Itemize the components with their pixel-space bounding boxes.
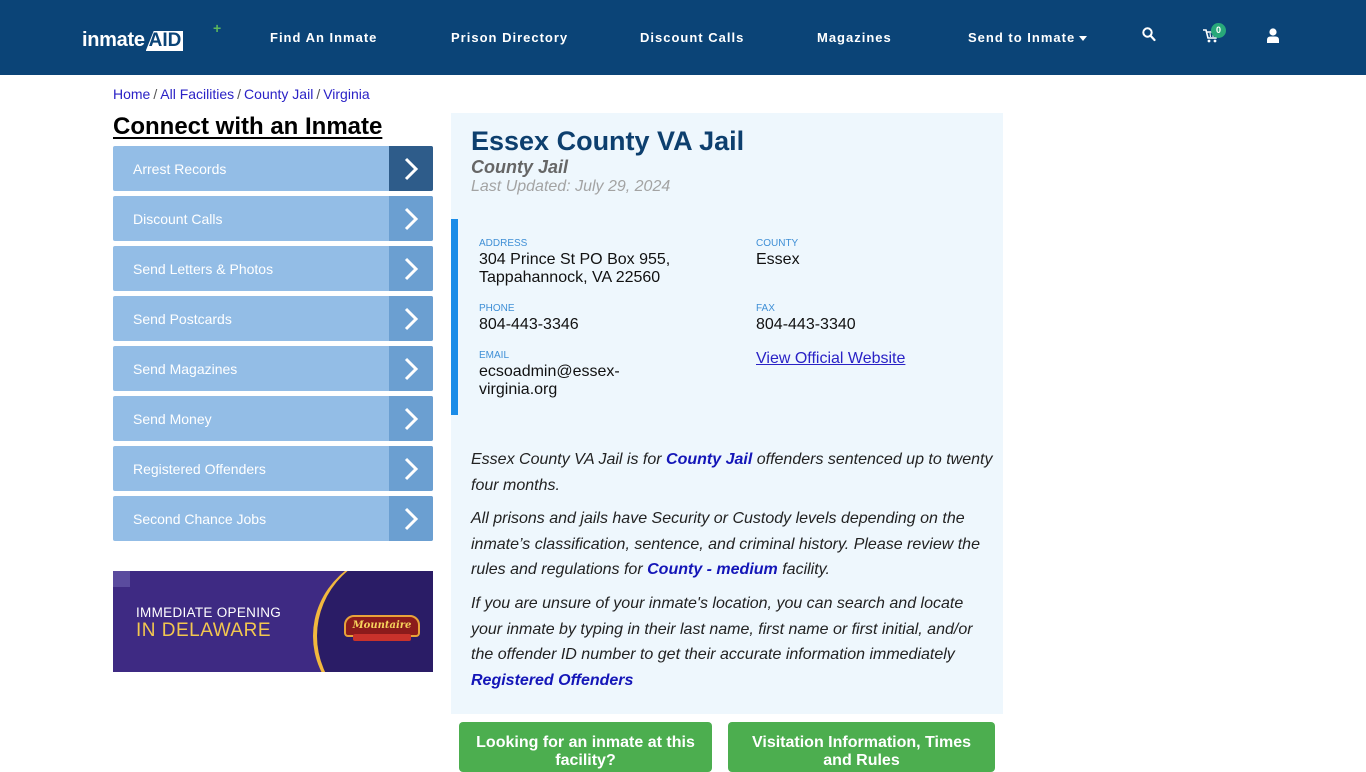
phone-value: 804-443-3346: [479, 316, 579, 333]
sidebar-item-arrest-records[interactable]: Arrest Records: [113, 146, 433, 191]
inmateaid-logo[interactable]: inmate AID +: [82, 20, 221, 51]
county-field: COUNTY Essex: [756, 238, 800, 269]
facility-name-heading: Essex County VA Jail: [471, 126, 745, 156]
sidebar-item-label: Arrest Records: [133, 160, 227, 177]
ad-subheadline: IN DELAWARE: [136, 620, 272, 641]
view-official-website-link[interactable]: View Official Website: [756, 350, 905, 368]
mountaire-logo-tagline: [353, 634, 411, 641]
chevron-right-icon: [389, 246, 433, 291]
sidebar-item-label: Discount Calls: [133, 210, 223, 227]
sidebar-item-label: Registered Offenders: [133, 460, 266, 477]
fax-label: FAX: [756, 303, 775, 314]
sidebar-item-send-postcards[interactable]: Send Postcards: [113, 296, 433, 341]
logo-text-aid: AID: [145, 31, 184, 51]
ad-banner-mountaire[interactable]: IMMEDIATE OPENING IN DELAWARE Mountaire: [113, 571, 433, 672]
chevron-right-icon: [389, 296, 433, 341]
email-line-2: virginia.org: [479, 381, 558, 398]
county-label: COUNTY: [756, 238, 799, 249]
sidebar-item-send-magazines[interactable]: Send Magazines: [113, 346, 433, 391]
cart-count-badge: 0: [1211, 23, 1226, 38]
county-value: Essex: [756, 251, 800, 268]
chevron-right-icon: [389, 346, 433, 391]
breadcrumb-all-facilities[interactable]: All Facilities: [160, 86, 234, 102]
chevron-right-icon: [389, 496, 433, 541]
chevron-right-icon: [389, 396, 433, 441]
nav-discount-calls[interactable]: Discount Calls: [640, 30, 744, 45]
address-label: ADDRESS: [479, 238, 528, 249]
fax-field: FAX 804-443-3340: [756, 303, 856, 334]
breadcrumb-separator: /: [153, 86, 158, 102]
inmate-search-button[interactable]: Looking for an inmate at this facility?: [459, 722, 712, 772]
sidebar-item-registered-offenders[interactable]: Registered Offenders: [113, 446, 433, 491]
registered-offenders-link[interactable]: Registered Offenders: [471, 672, 633, 689]
sidebar-item-label: Send Postcards: [133, 310, 232, 327]
sidebar-item-label: Second Chance Jobs: [133, 510, 267, 527]
description-text: If you are unsure of your inmate's locat…: [471, 595, 973, 663]
breadcrumb-virginia[interactable]: Virginia: [323, 86, 369, 102]
nav-find-an-inmate[interactable]: Find An Inmate: [270, 30, 377, 45]
nav-magazines[interactable]: Magazines: [817, 30, 892, 45]
facility-card: Essex County VA Jail County Jail Last Up…: [451, 113, 1003, 714]
search-icon[interactable]: [1142, 27, 1156, 48]
logo-plus-icon: +: [213, 20, 222, 36]
ad-decoration: [113, 571, 130, 587]
description-paragraph-3: If you are unsure of your inmate's locat…: [471, 591, 996, 693]
county-medium-link[interactable]: County - medium: [647, 561, 778, 578]
phone-label: PHONE: [479, 303, 515, 314]
sidebar-item-label: Send Letters & Photos: [133, 260, 274, 277]
breadcrumb-separator: /: [316, 86, 321, 102]
description-text: facility.: [777, 561, 830, 578]
visitation-info-button[interactable]: Visitation Information, Times and Rules: [728, 722, 995, 772]
breadcrumb-home[interactable]: Home: [113, 86, 150, 102]
user-icon[interactable]: [1267, 28, 1279, 48]
chevron-right-icon: [389, 146, 433, 191]
fax-value: 804-443-3340: [756, 316, 856, 333]
ad-headline: IMMEDIATE OPENING: [136, 605, 282, 620]
nav-send-to-inmate[interactable]: Send to Inmate: [968, 30, 1088, 45]
logo-text-inmate: inmate: [82, 29, 145, 51]
sidebar-item-send-money[interactable]: Send Money: [113, 396, 433, 441]
chevron-right-icon: [389, 446, 433, 491]
caret-down-icon: [1079, 36, 1088, 42]
chevron-right-icon: [389, 196, 433, 241]
sidebar-item-second-chance-jobs[interactable]: Second Chance Jobs: [113, 496, 433, 541]
address-line-2: Tappahannock, VA 22560: [479, 269, 661, 286]
email-line-1: ecsoadmin@essex-: [479, 363, 620, 380]
email-field: EMAIL ecsoadmin@essex- virginia.org: [479, 350, 620, 399]
nav-send-to-inmate-label: Send to Inmate: [968, 30, 1076, 45]
description-paragraph-1: Essex County VA Jail is for County Jail …: [471, 447, 996, 498]
address-line-1: 304 Prince St PO Box 955,: [479, 251, 671, 268]
sidebar-item-send-letters-photos[interactable]: Send Letters & Photos: [113, 246, 433, 291]
nav-prison-directory[interactable]: Prison Directory: [451, 30, 568, 45]
last-updated: Last Updated: July 29, 2024: [471, 178, 671, 195]
facility-contact-info: ADDRESS 304 Prince St PO Box 955, Tappah…: [451, 219, 1003, 415]
sidebar-item-label: Send Magazines: [133, 360, 238, 377]
top-navbar: inmate AID + Find An Inmate Prison Direc…: [0, 0, 1366, 75]
county-jail-link[interactable]: County Jail: [666, 451, 752, 468]
facility-type: County Jail: [471, 157, 569, 177]
address-field: ADDRESS 304 Prince St PO Box 955, Tappah…: [479, 238, 670, 287]
breadcrumb: Home / All Facilities / County Jail / Virginia: [113, 86, 370, 102]
sidebar-item-label: Send Money: [133, 410, 212, 427]
breadcrumb-separator: /: [237, 86, 242, 102]
connect-with-inmate-heading: Connect with an Inmate: [113, 113, 383, 140]
description-text: Essex County VA Jail is for: [471, 451, 667, 468]
sidebar-item-discount-calls[interactable]: Discount Calls: [113, 196, 433, 241]
description-paragraph-2: All prisons and jails have Security or C…: [471, 506, 996, 583]
phone-field: PHONE 804-443-3346: [479, 303, 579, 334]
sidebar-menu: Arrest Records Discount Calls Send Lette…: [113, 146, 433, 546]
email-label: EMAIL: [479, 350, 510, 361]
breadcrumb-county-jail[interactable]: County Jail: [244, 86, 313, 102]
